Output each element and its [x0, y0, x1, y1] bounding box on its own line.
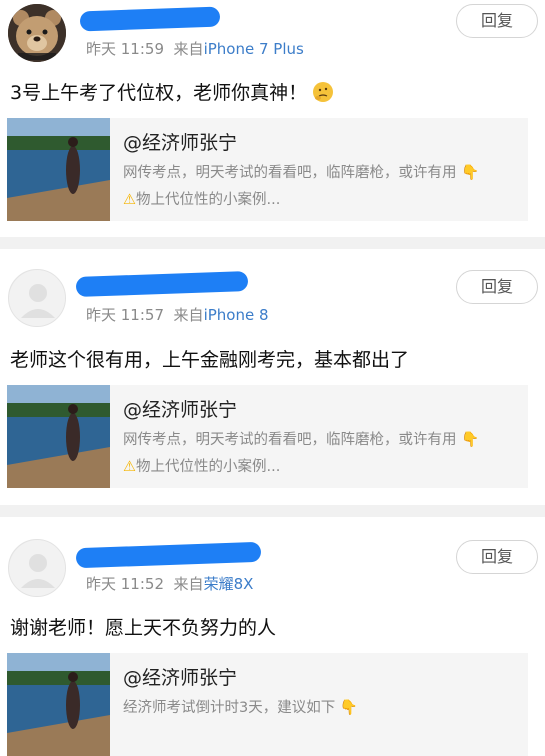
redacted-username: [75, 271, 249, 297]
shared-post-card[interactable]: @经济师张宁 经济师考试倒计时3天，建议如下 👇: [7, 653, 528, 756]
avatar[interactable]: [8, 539, 66, 597]
pointing-down-icon: 👇: [461, 165, 480, 181]
pointing-down-icon: 👇: [339, 700, 358, 716]
shared-post-line2: ⚠物上代位性的小案例...: [123, 188, 280, 209]
card-divider: [0, 237, 545, 249]
comment-meta: 昨天 11:57 来自iPhone 8: [86, 304, 269, 325]
lake-photo-thumbnail: [7, 653, 110, 756]
device-source[interactable]: 荣耀8X: [204, 575, 254, 593]
shared-post-author: @经济师张宁: [123, 132, 238, 154]
comment-text: 谢谢老师！愿上天不负努力的人: [10, 617, 277, 639]
device-source[interactable]: iPhone 8: [204, 306, 269, 324]
shared-post-line1: 经济师考试倒计时3天，建议如下 👇: [123, 696, 358, 717]
comment-meta: 昨天 11:52 来自荣耀8X: [86, 573, 253, 594]
shared-post-line2-text: 物上代位性的小案例...: [136, 192, 281, 208]
comment-card: 昨天 11:52 来自荣耀8X 回复 谢谢老师！愿上天不负努力的人 @经济师张宁…: [0, 517, 545, 756]
comment-meta: 昨天 11:59 来自iPhone 7 Plus: [86, 38, 304, 59]
source-prefix: 来自: [173, 575, 204, 593]
reply-button[interactable]: 回复: [456, 540, 538, 574]
shared-post-line2-text: 物上代位性的小案例...: [136, 459, 281, 475]
teddy-bear-avatar-image: [8, 4, 66, 62]
shared-post-card[interactable]: @经济师张宁 网传考点，明天考试的看看吧，临阵磨枪，或许有用 👇 ⚠物上代位性的…: [7, 118, 528, 221]
thinking-emoji-icon: [313, 82, 334, 102]
avatar[interactable]: [8, 4, 66, 62]
reply-button[interactable]: 回复: [456, 4, 538, 38]
source-prefix: 来自: [173, 306, 204, 324]
lake-photo-thumbnail: [7, 118, 110, 221]
warning-icon: ⚠: [123, 192, 136, 208]
shared-post-line2: ⚠物上代位性的小案例...: [123, 455, 280, 476]
default-avatar-icon: [9, 270, 65, 326]
source-prefix: 来自: [173, 40, 204, 58]
shared-post-author: @经济师张宁: [123, 667, 238, 689]
shared-post-line1-text: 网传考点，明天考试的看看吧，临阵磨枪，或许有用: [123, 432, 457, 448]
shared-post-line1-text: 经济师考试倒计时3天，建议如下: [123, 700, 336, 716]
card-divider: [0, 505, 545, 517]
comment-time: 昨天 11:57: [86, 306, 164, 324]
warning-icon: ⚠: [123, 459, 136, 475]
pointing-down-icon: 👇: [461, 432, 480, 448]
default-avatar-icon: [9, 540, 65, 596]
comment-text: 老师这个很有用，上午金融刚考完，基本都出了: [10, 349, 410, 371]
redacted-username: [79, 6, 221, 32]
comment-card: 昨天 11:59 来自iPhone 7 Plus 回复 3号上午考了代位权，老师…: [0, 0, 545, 237]
lake-photo-thumbnail: [7, 385, 110, 488]
shared-post-card[interactable]: @经济师张宁 网传考点，明天考试的看看吧，临阵磨枪，或许有用 👇 ⚠物上代位性的…: [7, 385, 528, 488]
comment-time: 昨天 11:59: [86, 40, 164, 58]
reply-button[interactable]: 回复: [456, 270, 538, 304]
shared-post-line1-text: 网传考点，明天考试的看看吧，临阵磨枪，或许有用: [123, 165, 457, 181]
shared-post-line1: 网传考点，明天考试的看看吧，临阵磨枪，或许有用 👇: [123, 161, 479, 182]
comment-text-body: 3号上午考了代位权，老师你真神！: [10, 82, 308, 104]
shared-post-line1: 网传考点，明天考试的看看吧，临阵磨枪，或许有用 👇: [123, 428, 479, 449]
comment-time: 昨天 11:52: [86, 575, 164, 593]
avatar[interactable]: [8, 269, 66, 327]
comment-card: 昨天 11:57 来自iPhone 8 回复 老师这个很有用，上午金融刚考完，基…: [0, 249, 545, 505]
device-source[interactable]: iPhone 7 Plus: [204, 40, 304, 58]
redacted-username: [75, 541, 262, 569]
comment-text: 3号上午考了代位权，老师你真神！: [10, 78, 334, 105]
shared-post-author: @经济师张宁: [123, 399, 238, 421]
